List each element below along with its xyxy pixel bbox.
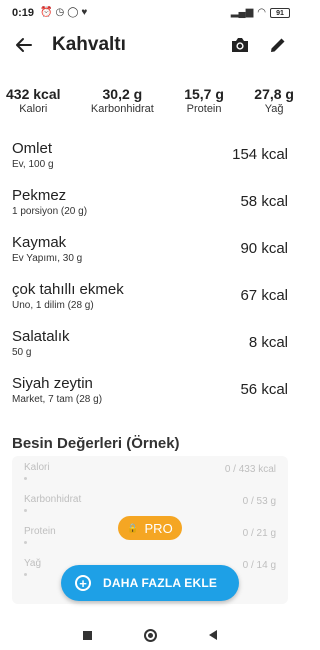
nutrition-value: 0 / 433 kcal — [224, 464, 276, 475]
food-desc: 1 porsiyon (20 g) — [12, 205, 88, 217]
food-name: Salatalık — [12, 327, 70, 345]
food-kcal: 67 kcal — [240, 287, 288, 304]
food-desc: Ev Yapımı, 30 g — [12, 252, 83, 264]
food-item[interactable]: çok tahıllı ekmek Uno, 1 dilim (28 g) 67 … — [12, 272, 288, 319]
food-item[interactable]: Omlet Ev, 100 g 154 kcal — [12, 131, 288, 178]
food-kcal: 8 kcal — [248, 334, 288, 351]
food-desc: Ev, 100 g — [12, 158, 54, 170]
summary-carbs: 30,2 g Karbonhidrat — [91, 86, 154, 115]
food-desc: Market, 7 tam (28 g) — [12, 393, 103, 405]
food-item[interactable]: Kaymak Ev Yapımı, 30 g 90 kcal — [12, 225, 288, 272]
status-left: 0:19 ⏰ ◷ ◯ ♥ — [12, 7, 87, 19]
summary-calories: 432 kcal Kalori — [6, 86, 61, 115]
home-icon[interactable] — [144, 628, 157, 642]
whatsapp-icon: ◯ — [67, 7, 79, 18]
food-name: Siyah zeytin — [12, 374, 93, 392]
summary-label: Kalori — [19, 103, 48, 115]
summary-protein: 15,7 g Protein — [184, 86, 224, 115]
summary-value: 432 kcal — [6, 86, 61, 102]
food-name: Kaymak — [12, 233, 67, 251]
food-list: Omlet Ev, 100 g 154 kcal Pekmez 1 porsiyon… — [0, 115, 300, 413]
food-kcal: 56 kcal — [240, 381, 288, 398]
pro-badge[interactable]: 🔒 PRO — [118, 516, 182, 540]
food-name: Pekmez — [12, 186, 67, 204]
nutrition-progress — [24, 541, 27, 544]
app-bar: Kahvaltı — [0, 26, 300, 64]
clock-icon: ◷ — [55, 7, 65, 18]
macro-summary: 432 kcal Kalori 30,2 g Karbonhidrat 15,7… — [0, 64, 300, 115]
summary-value: 30,2 g — [102, 86, 143, 102]
food-desc: Uno, 1 dilim (28 g) — [12, 299, 94, 311]
alarm-icon: ⏰ — [40, 7, 53, 18]
summary-value: 15,7 g — [184, 86, 224, 102]
nutrition-row: Kalori 0 / 433 kcal — [12, 456, 288, 488]
status-time: 0:19 — [12, 7, 35, 19]
food-item[interactable]: Salatalık 50 g 8 kcal — [12, 319, 288, 366]
signal-icon: ▂▄▆ — [230, 7, 254, 18]
food-kcal: 58 kcal — [240, 193, 288, 210]
lock-icon: 🔒 — [127, 522, 139, 533]
edit-button[interactable] — [266, 33, 290, 57]
add-more-label: DAHA FAZLA EKLE — [103, 576, 218, 590]
nutrition-progress — [24, 477, 27, 480]
camera-button[interactable] — [228, 33, 252, 57]
nutrition-value: 0 / 21 g — [242, 528, 276, 539]
back-triangle-icon[interactable] — [209, 630, 217, 640]
food-name: çok tahıllı ekmek — [12, 280, 124, 298]
battery-icon: 91 — [270, 8, 290, 18]
nutrition-label: Karbonhidrat — [24, 494, 82, 505]
nutrition-title: Besin Değerleri (Örnek) — [12, 435, 180, 452]
back-button[interactable] — [12, 33, 36, 57]
app-notification-icon: ♥ — [81, 7, 88, 18]
nutrition-progress — [24, 509, 27, 512]
wifi-icon: ◠ — [257, 7, 266, 18]
food-desc: 50 g — [12, 346, 32, 358]
plus-circle-icon: + — [75, 575, 91, 591]
edit-pencil-icon — [271, 38, 285, 52]
arrow-left-icon — [16, 38, 32, 52]
summary-value: 27,8 g — [254, 86, 294, 102]
status-right: ▂▄▆ ◠ 91 — [231, 8, 290, 18]
summary-label: Yağ — [264, 103, 284, 115]
page-title: Kahvaltı — [52, 34, 126, 55]
pro-label: PRO — [144, 520, 173, 536]
summary-fat: 27,8 g Yağ — [254, 86, 294, 115]
food-item[interactable]: Siyah zeytin Market, 7 tam (28 g) 56 kcal — [12, 366, 288, 413]
status-bar: 0:19 ⏰ ◷ ◯ ♥ ▂▄▆ ◠ 91 — [0, 0, 300, 26]
food-kcal: 90 kcal — [240, 240, 288, 257]
system-nav-bar — [0, 620, 300, 650]
recents-icon[interactable] — [83, 630, 92, 640]
summary-label: Karbonhidrat — [90, 103, 154, 115]
camera-icon — [232, 38, 248, 52]
nutrition-progress — [24, 573, 27, 576]
food-item[interactable]: Pekmez 1 porsiyon (20 g) 58 kcal — [12, 178, 288, 225]
battery-level: 91 — [276, 9, 284, 17]
summary-label: Protein — [186, 103, 222, 115]
food-name: Omlet — [12, 139, 53, 157]
food-kcal: 154 kcal — [232, 146, 288, 163]
nutrition-value: 0 / 14 g — [242, 560, 276, 571]
nutrition-value: 0 / 53 g — [242, 496, 276, 507]
add-more-button[interactable]: + DAHA FAZLA EKLE — [61, 565, 239, 601]
